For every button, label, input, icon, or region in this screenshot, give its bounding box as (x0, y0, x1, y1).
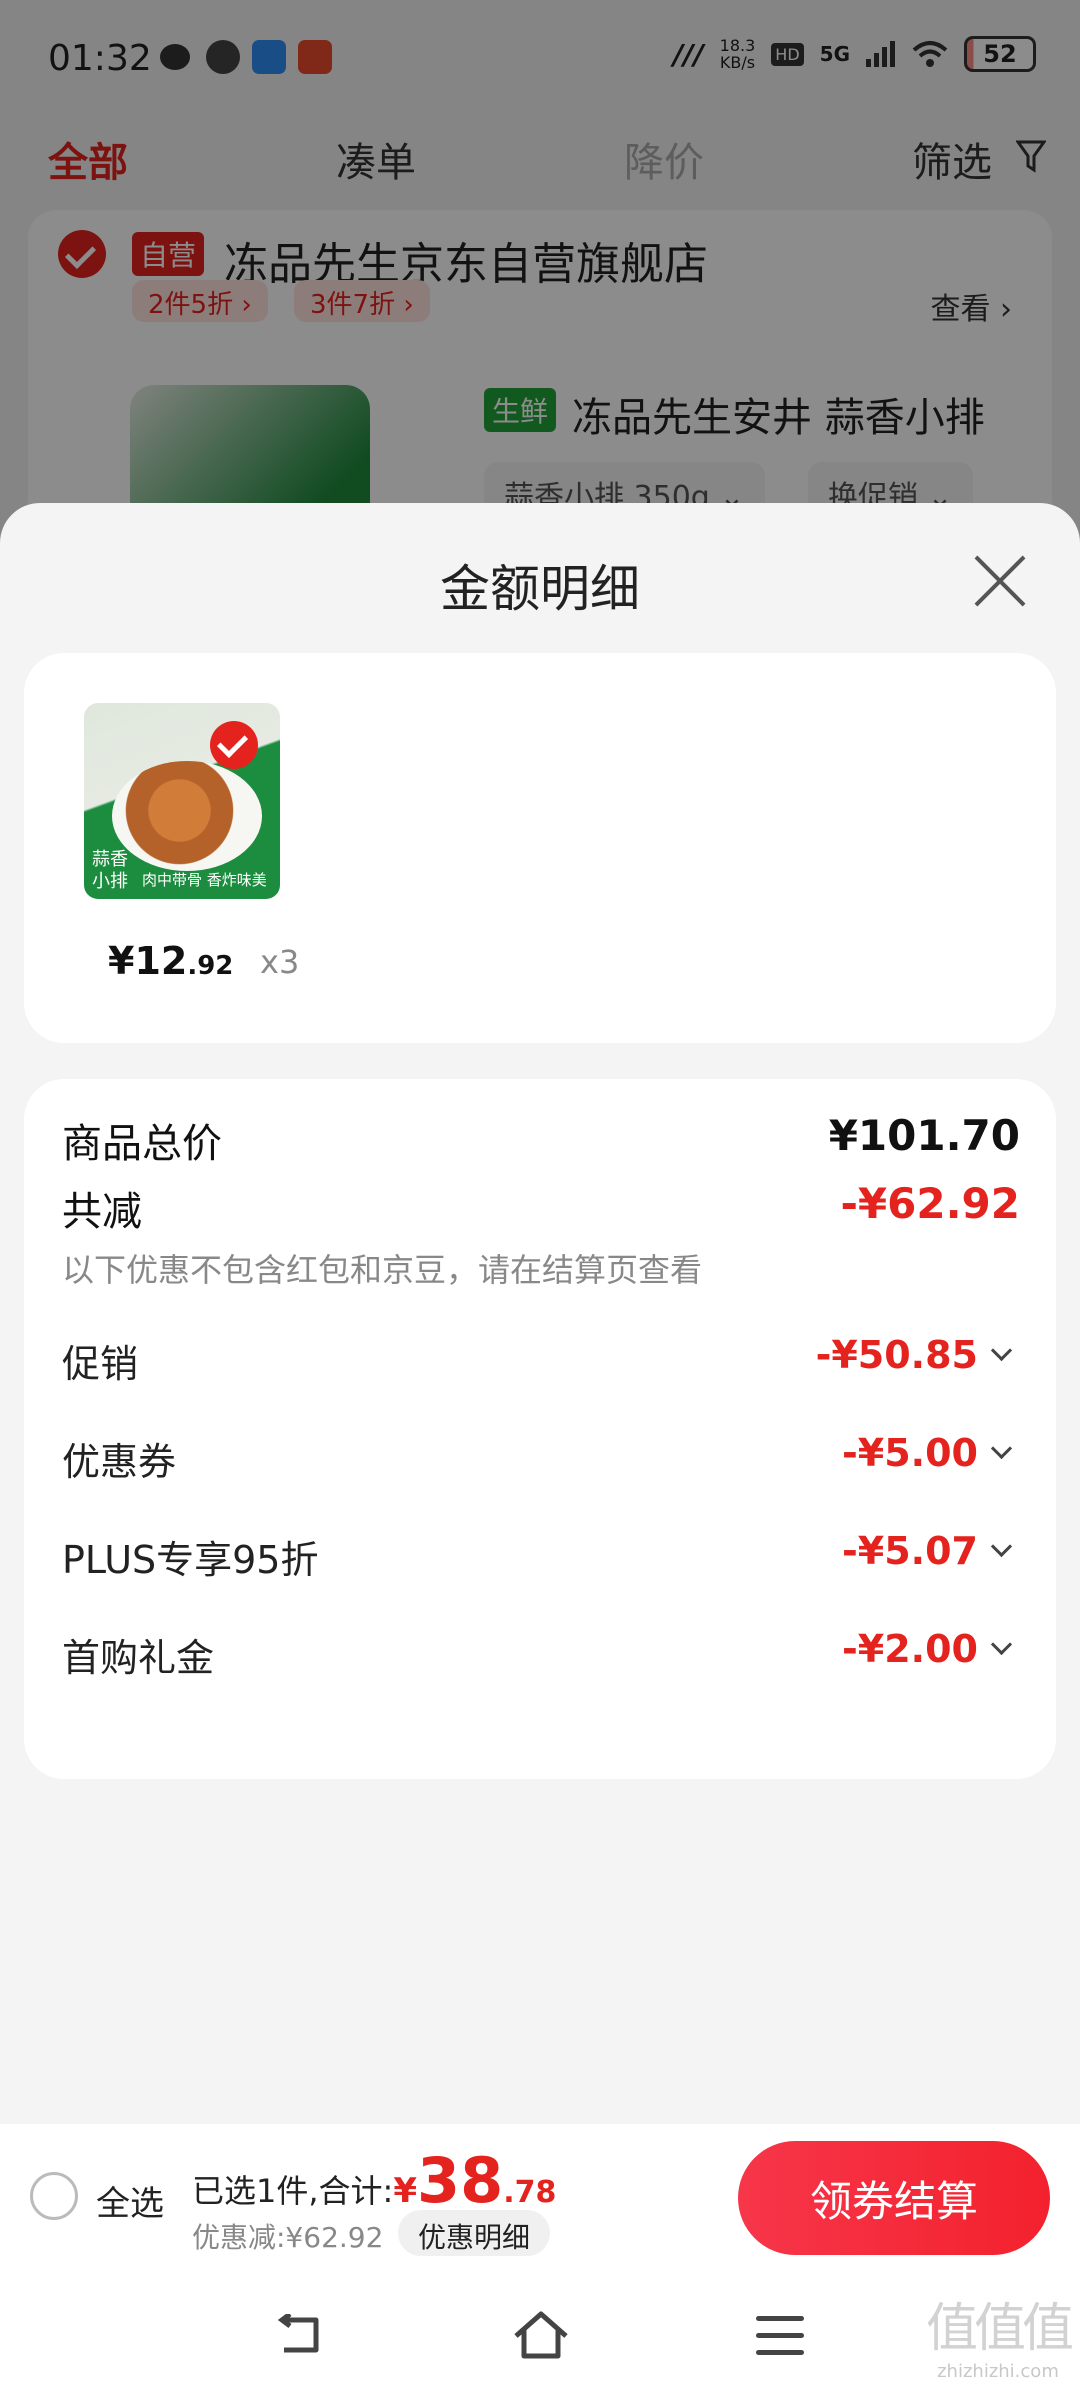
checkout-bar: 全选 已选1件,合计:¥38.78 优惠减:¥62.92 优惠明细 领券结算 (0, 2124, 1080, 2274)
thumb-caption: 肉中带骨 香炸味美 (142, 871, 267, 889)
chevron-down-icon[interactable] (990, 1637, 1010, 1657)
total-summary: 已选1件,合计:¥38.78 (192, 2144, 556, 2217)
reduced-label: 共减 (62, 1189, 142, 1235)
total-value: ¥101.70 (828, 1111, 1020, 1160)
chevron-down-icon[interactable] (990, 1539, 1010, 1559)
price-breakdown-card: 商品总价 ¥101.70 共减 -¥62.92 以下优惠不包含红包和京豆，请在结… (24, 1079, 1056, 1779)
selected-check-icon (210, 721, 258, 769)
chevron-down-icon[interactable] (990, 1441, 1010, 1461)
price-detail-sheet: 金额明细 蒜香 小排 肉中带骨 香炸味美 ¥12.92 x3 商品总价 ¥101… (0, 503, 1080, 2400)
discount-label[interactable]: 促销 (62, 1333, 138, 1388)
price-symbol: ¥ (108, 939, 135, 983)
price-decimal: .92 (187, 951, 234, 981)
home-icon[interactable] (512, 2310, 570, 2360)
watermark-logo: 值值值 (925, 2299, 1074, 2359)
total-label: 商品总价 (62, 1121, 222, 1167)
discount-label[interactable]: 优惠券 (62, 1431, 176, 1486)
discount-label[interactable]: 首购礼金 (62, 1627, 214, 1682)
discount-value: -¥5.07 (842, 1529, 978, 1573)
menu-icon[interactable] (756, 2316, 804, 2356)
discount-detail-button[interactable]: 优惠明细 (398, 2210, 551, 2256)
system-nav-bar: 值值值 zhizhizhi.com (0, 2274, 1080, 2400)
item-quantity: x3 (260, 943, 300, 981)
sheet-title: 金额明细 (440, 560, 640, 618)
price-integer: 12 (134, 939, 188, 983)
discount-label[interactable]: PLUS专享95折 (62, 1529, 318, 1584)
back-icon[interactable] (276, 2314, 324, 2356)
reduced-value: -¥62.92 (840, 1179, 1020, 1228)
total-decimal: .78 (503, 2175, 557, 2210)
select-all-label[interactable]: 全选 (96, 2176, 164, 2225)
item-price: ¥12.92 (108, 939, 233, 983)
chevron-down-icon[interactable] (990, 1343, 1010, 1363)
select-all-radio[interactable] (30, 2172, 78, 2220)
total-integer: 38 (417, 2144, 504, 2217)
selected-items-card: 蒜香 小排 肉中带骨 香炸味美 ¥12.92 x3 (24, 653, 1056, 1043)
dim-overlay[interactable] (0, 0, 1080, 560)
checkout-button[interactable]: 领券结算 (738, 2141, 1050, 2255)
watermark: 值值值 zhizhizhi.com (925, 2286, 1074, 2382)
selected-count-text: 已选1件,合计: (192, 2172, 394, 2210)
thumb-label: 蒜香 小排 (92, 849, 128, 892)
watermark-site: zhizhizhi.com (937, 2361, 1059, 2382)
total-currency: ¥ (393, 2171, 417, 2211)
discount-summary: 优惠减:¥62.92 (192, 2221, 384, 2254)
discount-value: -¥50.85 (815, 1333, 978, 1377)
discount-value: -¥5.00 (842, 1431, 978, 1475)
product-thumbnail[interactable]: 蒜香 小排 肉中带骨 香炸味美 (84, 703, 280, 899)
discount-note: 以下优惠不包含红包和京豆，请在结算页查看 (62, 1251, 703, 1289)
close-icon[interactable] (972, 553, 1028, 609)
discount-value: -¥2.00 (842, 1627, 978, 1671)
